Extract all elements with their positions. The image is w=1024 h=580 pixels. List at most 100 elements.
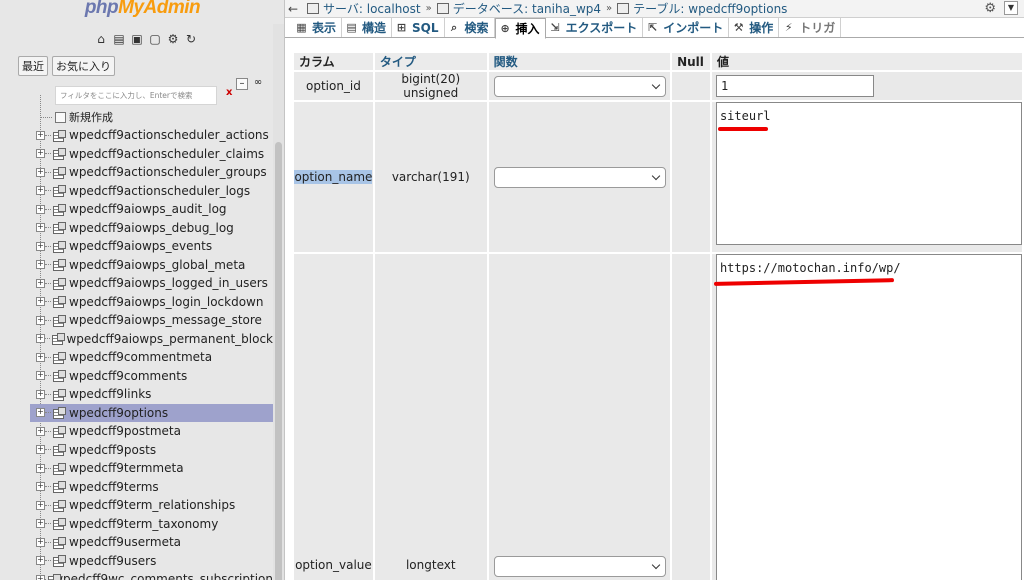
expand-icon[interactable]: + [36, 537, 45, 547]
nav-scroll-thumb[interactable] [275, 142, 282, 580]
sidebar-item-label: wpedcff9aiowps_debug_log [69, 220, 234, 235]
sidebar-item-table[interactable]: + wpedcff9commentmeta [30, 348, 273, 367]
sidebar-item-table[interactable]: + wpedcff9links [30, 385, 273, 404]
expand-icon[interactable]: + [36, 130, 45, 140]
breadcrumb-database[interactable]: データベース: taniha_wp4 [453, 0, 601, 17]
expand-icon[interactable]: + [36, 574, 45, 580]
sidebar-item-table[interactable]: + wpedcff9terms [30, 478, 273, 497]
expand-icon[interactable]: + [36, 260, 45, 270]
expand-icon[interactable]: + [36, 426, 45, 436]
tab-operations[interactable]: ⚒ 操作 [729, 18, 780, 37]
sidebar-item-table[interactable]: + wpedcff9aiowps_login_lockdown [30, 293, 273, 312]
clear-filter-icon[interactable]: x [226, 87, 232, 98]
query-icon[interactable]: ▣ [130, 32, 144, 46]
expand-icon[interactable]: + [36, 149, 45, 159]
tab-import[interactable]: ⇱ インポート [643, 18, 730, 37]
reload-icon[interactable]: ↻ [184, 32, 198, 46]
tab-export[interactable]: ⇲ エクスポート [546, 18, 644, 37]
expand-icon[interactable]: + [36, 371, 45, 381]
function-select[interactable] [493, 556, 666, 577]
value-input[interactable]: 1 [715, 75, 874, 97]
type-header[interactable]: タイプ [372, 51, 489, 72]
sidebar-item-table[interactable]: + wpedcff9aiowps_global_meta [30, 256, 273, 275]
expand-icon[interactable]: + [36, 186, 45, 196]
favorites-tab[interactable]: お気に入り [52, 56, 115, 76]
structure-icon: ▤ [346, 20, 357, 34]
sidebar-item-table[interactable]: + wpedcff9aiowps_events [30, 237, 273, 256]
sidebar-item-table[interactable]: + wpedcff9aiowps_audit_log [30, 200, 273, 219]
expand-icon[interactable]: + [36, 278, 45, 288]
function-header[interactable]: 関数 [486, 51, 673, 72]
recent-tab[interactable]: 最近 [18, 56, 48, 76]
expand-icon[interactable]: + [36, 334, 45, 344]
expand-icon[interactable]: + [36, 204, 45, 214]
link-icon[interactable]: ∞ [252, 78, 264, 90]
back-arrow-icon[interactable]: ← [285, 2, 301, 16]
sidebar-item-table[interactable]: + wpedcff9actionscheduler_logs [30, 182, 273, 201]
sidebar-item-table[interactable]: + wpedcff9users [30, 552, 273, 571]
table-icon [53, 462, 66, 475]
sidebar-item-table[interactable]: + wpedcff9options [30, 403, 273, 422]
sidebar-item-table[interactable]: + wpedcff9term_relationships [30, 496, 273, 515]
home-icon[interactable]: ⌂ [94, 32, 108, 46]
expand-icon[interactable]: + [36, 408, 45, 418]
table-icon [53, 314, 66, 327]
collapse-all-icon[interactable]: – [236, 78, 248, 90]
expand-icon[interactable]: + [36, 482, 45, 492]
tab-structure[interactable]: ▤ 構造 [342, 18, 393, 37]
expand-icon[interactable]: + [36, 389, 45, 399]
function-select[interactable] [493, 75, 666, 97]
sidebar-item-table[interactable]: + wpedcff9term_taxonomy [30, 515, 273, 534]
tab-sql[interactable]: ⊞ SQL [392, 18, 445, 37]
expand-icon[interactable]: + [36, 352, 45, 362]
nav-scrollbar[interactable] [273, 24, 284, 580]
sidebar-item-table[interactable]: + wpedcff9actionscheduler_groups [30, 163, 273, 182]
expand-icon[interactable]: + [36, 167, 45, 177]
tab-search[interactable]: ⌕ 検索 [445, 18, 495, 37]
table-filter-input[interactable]: フィルタをここに入力し、Enterで検索 [55, 86, 217, 105]
sidebar-item-table[interactable]: + wpedcff9postmeta [30, 422, 273, 441]
phpmyadmin-logo[interactable]: phpMyAdmin [0, 0, 284, 24]
docs-icon[interactable]: ▢ [148, 32, 162, 46]
expand-icon[interactable]: + [36, 463, 45, 473]
sidebar-item-table[interactable]: + wpedcff9comments [30, 367, 273, 386]
tab-triggers[interactable]: ⚡ トリガ [779, 18, 842, 37]
sidebar-item-table[interactable]: + wpedcff9actionscheduler_actions [30, 126, 273, 145]
sidebar-item-table[interactable]: + wpedcff9aiowps_debug_log [30, 219, 273, 238]
tab-insert[interactable]: ⊕ 挿入 [494, 18, 546, 39]
operations-icon: ⚒ [733, 20, 744, 34]
expand-icon[interactable]: + [36, 519, 45, 529]
value-textarea[interactable]: siteurl [715, 102, 1022, 245]
tab-browse[interactable]: ▦ 表示 [292, 18, 343, 37]
table-icon [53, 481, 66, 494]
tab-label: 操作 [749, 21, 774, 35]
page-settings-icon[interactable]: ⚙ [984, 1, 996, 16]
sidebar-item-table[interactable]: + wpedcff9wc_comments_subscription [30, 570, 273, 580]
expand-icon[interactable]: + [36, 297, 45, 307]
expand-icon[interactable]: + [36, 223, 45, 233]
expand-icon[interactable]: + [36, 500, 45, 510]
table-icon [53, 185, 66, 198]
sidebar-item-table[interactable]: + wpedcff9posts [30, 441, 273, 460]
breadcrumb-table[interactable]: テーブル: wpedcff9options [633, 0, 787, 17]
sidebar-item-table[interactable]: + wpedcff9aiowps_permanent_block [30, 330, 273, 349]
expand-icon[interactable]: + [36, 445, 45, 455]
sidebar-item-table[interactable]: + wpedcff9aiowps_logged_in_users [30, 274, 273, 293]
function-select[interactable] [493, 166, 666, 188]
expand-icon[interactable]: + [36, 315, 45, 325]
breadcrumb-server[interactable]: サーバ: localhost [323, 0, 421, 17]
new-table-icon [55, 111, 66, 123]
menu-dropdown-icon[interactable]: ▼ [1004, 1, 1018, 15]
expand-icon[interactable]: + [36, 556, 45, 566]
database-icon[interactable]: ▤ [112, 32, 126, 46]
new-table-item[interactable]: 新規作成 [36, 108, 113, 126]
table-icon [53, 351, 66, 364]
sidebar-item-label: wpedcff9actionscheduler_logs [69, 183, 251, 198]
value-textarea[interactable]: https://motochan.info/wp/ [713, 254, 1022, 580]
sidebar-item-table[interactable]: + wpedcff9aiowps_message_store [30, 311, 273, 330]
settings-icon[interactable]: ⚙ [166, 32, 180, 46]
sidebar-item-table[interactable]: + wpedcff9usermeta [30, 533, 273, 552]
sidebar-item-table[interactable]: + wpedcff9termmeta [30, 459, 273, 478]
sidebar-item-table[interactable]: + wpedcff9actionscheduler_claims [30, 145, 273, 164]
expand-icon[interactable]: + [36, 241, 45, 251]
